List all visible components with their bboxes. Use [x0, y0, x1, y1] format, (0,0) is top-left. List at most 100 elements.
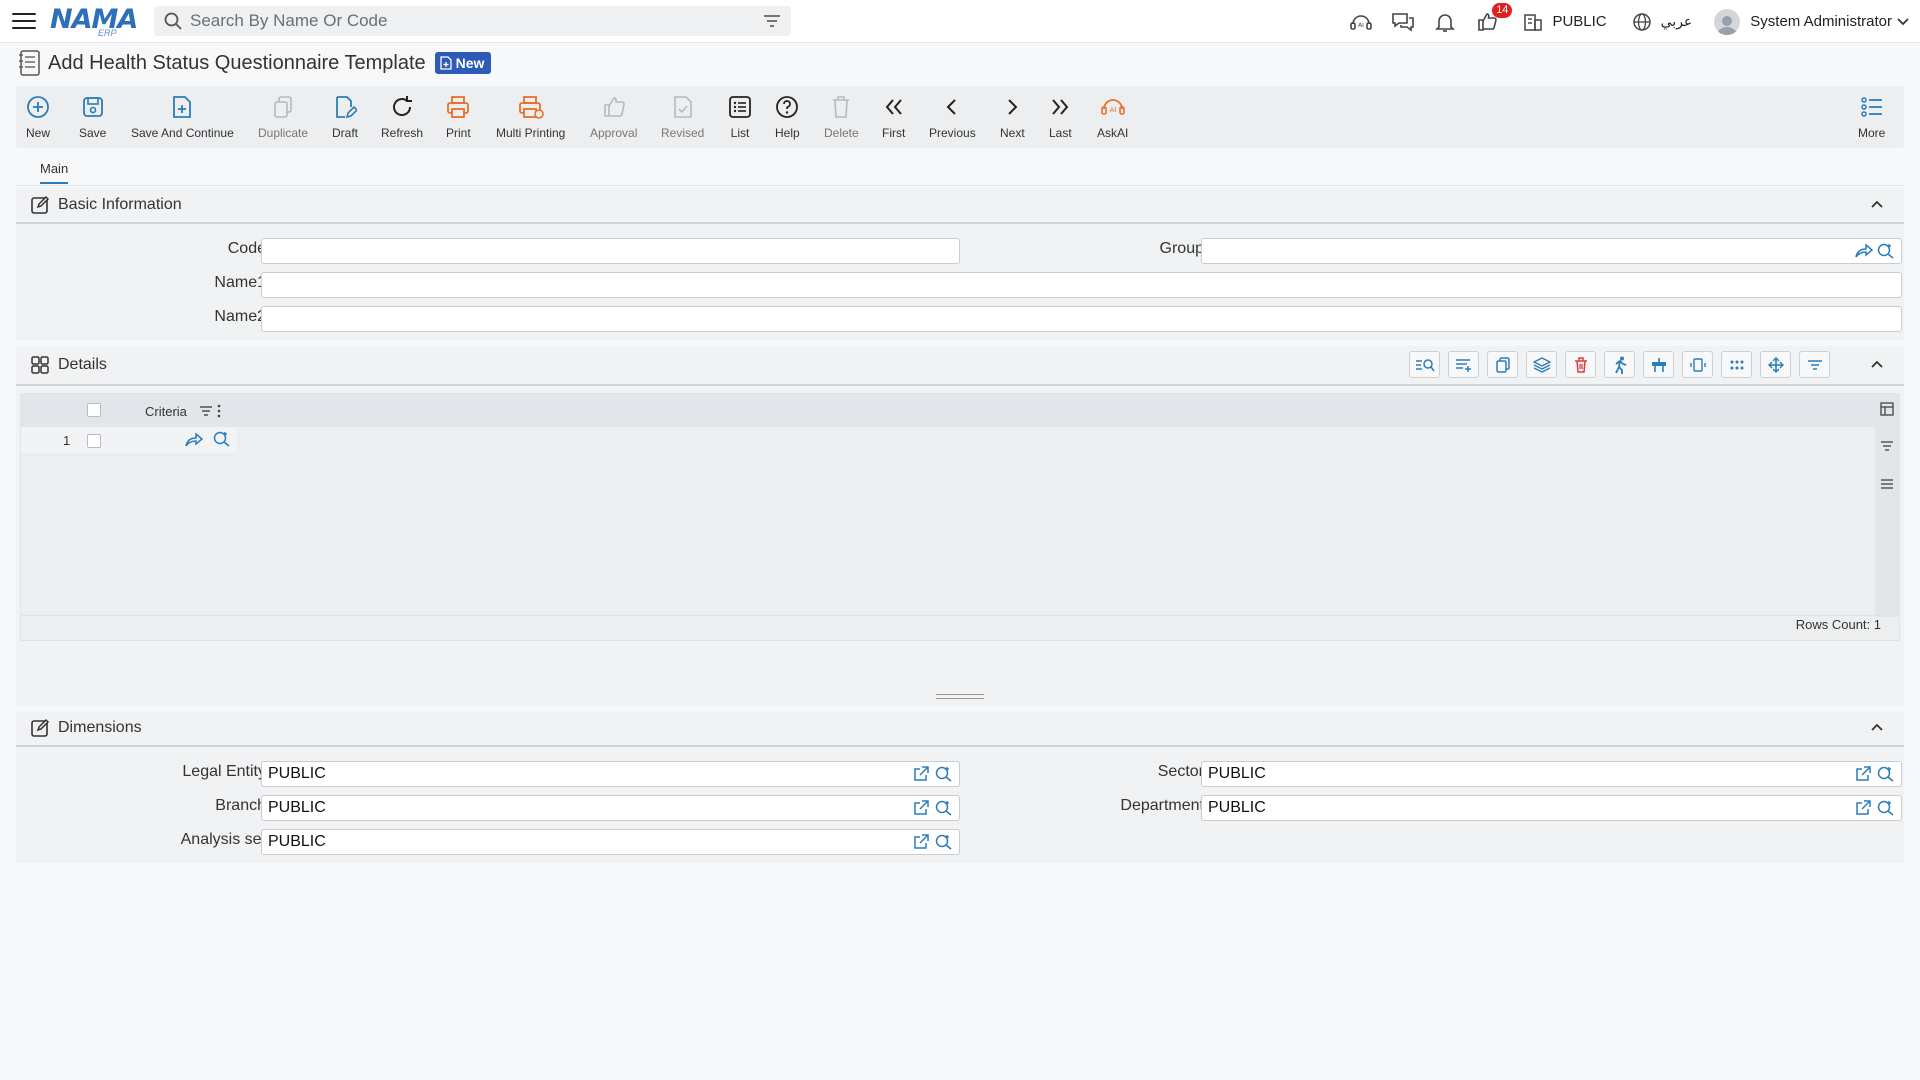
share-icon[interactable]	[185, 432, 203, 448]
basic-information-header[interactable]: Basic Information	[16, 188, 1904, 224]
print-button[interactable]: Print	[446, 94, 471, 140]
columns-panel-icon[interactable]	[1880, 402, 1894, 416]
approval-button[interactable]: Approval	[590, 94, 637, 140]
legal-entity-field[interactable]: PUBLIC	[261, 761, 960, 787]
chat-icon[interactable]	[1390, 9, 1416, 35]
dimensions-header[interactable]: Dimensions	[16, 711, 1904, 747]
code-field[interactable]	[261, 238, 960, 264]
external-link-icon[interactable]	[913, 800, 929, 816]
code-label: Code	[227, 240, 266, 257]
menu-icon[interactable]	[12, 13, 36, 29]
search-plus-icon[interactable]	[935, 834, 953, 850]
rows-count: Rows Count: 1	[1795, 617, 1881, 632]
duplicate-button[interactable]: Duplicate	[258, 94, 308, 140]
chevron-up-icon[interactable]	[1870, 722, 1884, 732]
legal-entity-label: Legal Entity	[182, 763, 266, 780]
list-button[interactable]: List	[728, 94, 752, 140]
chevron-up-icon[interactable]	[1870, 359, 1884, 369]
user-avatar[interactable]	[1714, 8, 1741, 35]
running-person-icon	[1614, 356, 1626, 374]
sector-value: PUBLIC	[1208, 765, 1266, 782]
analysis-set-field[interactable]: PUBLIC	[261, 829, 960, 855]
share-icon[interactable]	[1855, 243, 1873, 259]
more-button[interactable]: More	[1858, 94, 1885, 140]
tab-main[interactable]: Main	[40, 161, 69, 184]
draft-label: Draft	[332, 126, 359, 140]
search-plus-icon[interactable]	[1877, 243, 1895, 259]
revised-button[interactable]: Revised	[661, 94, 704, 140]
search-plus-icon[interactable]	[935, 800, 953, 816]
filter-button[interactable]	[1799, 351, 1830, 378]
row-checkbox[interactable]	[87, 434, 101, 448]
external-link-icon[interactable]	[913, 834, 929, 850]
group-field[interactable]	[1201, 238, 1902, 264]
table-row[interactable]: 1	[21, 427, 237, 453]
select-all-checkbox[interactable]	[87, 403, 101, 417]
details-header[interactable]: Details	[16, 346, 1904, 386]
first-button[interactable]: First	[882, 94, 905, 140]
last-button[interactable]: Last	[1049, 94, 1072, 140]
menu-panel-icon[interactable]	[1880, 478, 1894, 490]
ai-assistant-icon[interactable]: AI	[1348, 9, 1374, 35]
global-search[interactable]	[154, 6, 791, 36]
filter-icon[interactable]	[763, 14, 781, 28]
multi-printing-button[interactable]: Multi Printing	[496, 94, 565, 140]
name1-field[interactable]	[261, 272, 1902, 298]
page-header: Add Health Status Questionnaire Template…	[18, 49, 492, 77]
copy-rows-button[interactable]	[1487, 351, 1518, 378]
language-switch[interactable]: عربي	[1661, 14, 1693, 30]
search-input[interactable]	[190, 11, 763, 31]
duplicate-label: Duplicate	[258, 126, 309, 140]
delete-button[interactable]: Delete	[824, 94, 859, 140]
search-plus-icon[interactable]	[1877, 766, 1895, 782]
run-button[interactable]	[1604, 351, 1635, 378]
draft-button[interactable]: Draft	[332, 94, 358, 140]
save-and-continue-button[interactable]: Save And Continue	[131, 94, 234, 140]
bell-icon[interactable]	[1432, 9, 1458, 35]
grid-dots-button[interactable]	[1721, 351, 1752, 378]
name2-field[interactable]	[261, 306, 1902, 332]
dimensions-title: Dimensions	[58, 719, 142, 736]
column-filter-icon[interactable]	[199, 405, 213, 417]
search-plus-icon[interactable]	[1877, 800, 1895, 816]
company-selector[interactable]: PUBLIC	[1552, 13, 1606, 30]
chevron-down-icon[interactable]	[1896, 17, 1910, 27]
department-field[interactable]: PUBLIC	[1201, 795, 1902, 821]
app-logo[interactable]: NAMA ERP	[50, 4, 138, 38]
previous-button[interactable]: Previous	[929, 94, 976, 140]
external-link-icon[interactable]	[1855, 766, 1871, 782]
row-number: 1	[63, 433, 71, 448]
previous-label: Previous	[929, 126, 976, 140]
tasks-icon[interactable]: 14	[1474, 2, 1513, 35]
move-button[interactable]	[1760, 351, 1791, 378]
next-button[interactable]: Next	[1000, 94, 1025, 140]
askai-button[interactable]: AI AskAI	[1097, 94, 1128, 140]
grid-search-button[interactable]	[1409, 351, 1440, 378]
table-settings-button[interactable]	[1643, 351, 1674, 378]
new-button-label: New	[26, 126, 51, 140]
search-plus-icon[interactable]	[935, 766, 953, 782]
sector-field[interactable]: PUBLIC	[1201, 761, 1902, 787]
search-plus-icon[interactable]	[213, 431, 231, 447]
add-row-button[interactable]	[1448, 351, 1479, 378]
column-header-criteria[interactable]: Criteria	[145, 404, 187, 419]
external-link-icon[interactable]	[913, 766, 929, 782]
copy-icon	[1495, 356, 1510, 373]
refresh-button[interactable]: Refresh	[381, 94, 423, 140]
resize-handle[interactable]	[936, 694, 984, 699]
fit-columns-button[interactable]	[1682, 351, 1713, 378]
user-name[interactable]: System Administrator	[1750, 13, 1892, 30]
help-button[interactable]: Help	[775, 94, 800, 140]
filters-panel-icon[interactable]	[1880, 440, 1894, 452]
revised-doc-icon	[673, 96, 692, 118]
layers-button[interactable]	[1526, 351, 1557, 378]
save-button[interactable]: Save	[79, 94, 106, 140]
column-menu-icon[interactable]	[217, 404, 221, 418]
chevron-up-icon[interactable]	[1870, 199, 1884, 209]
branch-field[interactable]: PUBLIC	[261, 795, 960, 821]
company-icon	[1520, 9, 1546, 35]
analysis-set-label: Analysis set	[180, 831, 266, 848]
delete-rows-button[interactable]	[1565, 351, 1596, 378]
external-link-icon[interactable]	[1855, 800, 1871, 816]
new-button[interactable]: New	[26, 94, 50, 140]
